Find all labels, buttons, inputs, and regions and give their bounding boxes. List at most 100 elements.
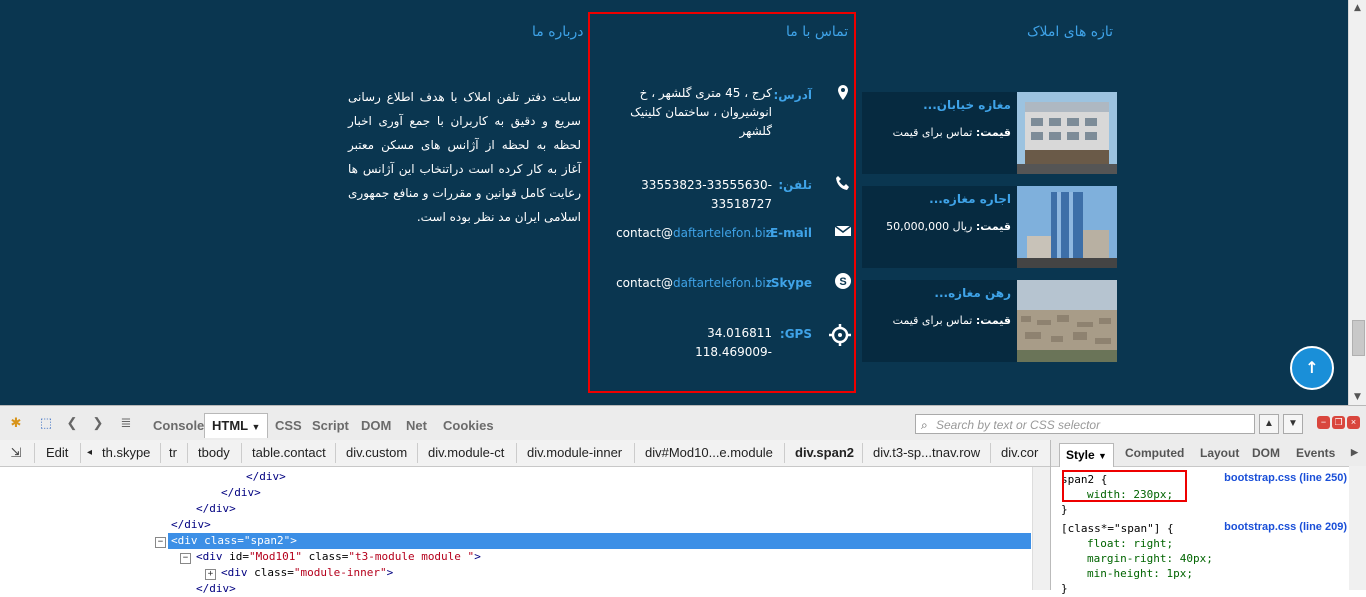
side-panel-tabs: Style ▼ Computed Layout DOM Events ▶ [1051,440,1366,467]
skype-user: contact@ [616,276,673,290]
css-rule-end: } [1061,582,1068,595]
expand-toggle-icon[interactable]: + [205,569,216,580]
breadcrumb-item[interactable]: div.t3-sp...tnav.row [873,445,980,460]
inspect-element-icon[interactable]: ⬚ [38,415,54,431]
css-source-link[interactable]: bootstrap.css (line 209) [1224,521,1347,533]
html-line[interactable]: <div class="module-inner"> [221,565,393,581]
detach-icon[interactable]: ❐ [1332,416,1345,429]
css-property[interactable]: margin-right: 40px; [1087,551,1213,566]
property-price: قیمت: تماس برای قیمت [893,314,1011,327]
minimize-icon[interactable]: − [1317,416,1330,429]
tab-script[interactable]: Script [312,414,349,438]
website-footer: درباره ما سایت دفتر تلفن املاک با هدف اط… [0,0,1366,405]
email-domain-link[interactable]: daftartelefon.biz [673,226,772,240]
skype-label: Skype: [766,276,812,290]
css-property[interactable]: min-height: 1px; [1087,566,1193,581]
address-label: آدرس: [773,88,812,102]
css-source-link[interactable]: bootstrap.css (line 250) [1224,472,1347,484]
back-to-top-button[interactable]: ↑ [1290,346,1334,390]
forward-arrow-icon[interactable]: ❯ [90,415,106,431]
breadcrumb-item[interactable]: th.skype [102,445,150,460]
tab-console[interactable]: Console [153,414,204,438]
collapse-toggle-icon[interactable]: − [155,537,166,548]
breadcrumb-item[interactable]: div.module-inner [527,445,622,460]
skype-value[interactable]: contact@daftartelefon.biz [616,274,772,293]
breadcrumb-item[interactable]: div.custom [346,445,407,460]
email-label: E-mail: [765,226,812,240]
tab-cookies[interactable]: Cookies [443,414,494,438]
breadcrumb-left-arrow-icon[interactable]: ◂ [87,447,92,458]
side-tab-style[interactable]: Style ▼ [1059,443,1114,467]
html-line[interactable]: </div> [196,581,236,597]
property-card[interactable]: اجاره مغازه... قیمت: ریال 50,000,000 [862,186,1117,268]
tab-dom[interactable]: DOM [361,414,391,438]
property-title-link[interactable]: رهن مغازه... [934,286,1011,300]
search-input[interactable]: ⌕ Search by text or CSS selector [915,414,1255,434]
html-line-selected[interactable]: <div class="span2"> [168,533,1031,549]
address-value: کرج ، 45 متری گلشهر ، خ انوشیروان ، ساخت… [630,86,772,138]
tab-net[interactable]: Net [406,414,427,438]
contact-row-address: آدرس: کرج ، 45 متری گلشهر ، خ انوشیروان … [590,84,858,138]
property-title-link[interactable]: اجاره مغازه... [929,192,1011,206]
side-tab-events[interactable]: Events [1296,446,1335,460]
side-tab-layout[interactable]: Layout [1200,446,1239,460]
scroll-up-icon[interactable]: ▲ [1349,0,1366,16]
collapse-toggle-icon[interactable]: − [180,553,191,564]
close-icon[interactable]: × [1347,416,1360,429]
css-property[interactable]: float: right; [1087,536,1173,551]
html-panel-scrollbar[interactable] [1032,467,1050,590]
breadcrumb-item[interactable]: div.cor [1001,445,1051,460]
side-tab-dom[interactable]: DOM [1252,446,1280,460]
search-next-button[interactable]: ▼ [1283,414,1303,434]
css-selector[interactable]: [class*="span"] { [1061,521,1174,536]
side-tab-computed[interactable]: Computed [1125,446,1184,460]
tab-html[interactable]: HTML ▼ [204,413,269,438]
style-side-panel: Style ▼ Computed Layout DOM Events ▶ spa… [1050,440,1366,595]
email-value[interactable]: contact@daftartelefon.biz [616,224,772,243]
property-thumbnail[interactable] [1017,92,1117,174]
html-line[interactable]: <div id="Mod101" class="t3-module module… [196,549,481,565]
property-thumbnail[interactable] [1017,186,1117,268]
edit-button[interactable]: Edit [46,445,68,460]
firebug-toolbar: ✱ ⬚ ❮ ❯ ≣ Console HTML ▼ CSS Script DOM … [0,405,1366,441]
property-price: قیمت: تماس برای قیمت [893,126,1011,139]
dropdown-arrow-icon: ▼ [1098,451,1107,461]
page-scrollbar[interactable]: ▲ ▼ [1348,0,1366,405]
property-thumbnail[interactable] [1017,280,1117,362]
property-card[interactable]: مغازه خیابان... قیمت: تماس برای قیمت [862,92,1117,174]
breadcrumb-item[interactable]: div.module-ct [428,445,504,460]
tab-css[interactable]: CSS [275,414,302,438]
command-line-icon[interactable]: ≣ [118,415,134,431]
search-prev-button[interactable]: ▲ [1259,414,1279,434]
breadcrumb-item[interactable]: tr [169,445,177,460]
css-rule-end: } [1061,503,1068,516]
search-placeholder: Search by text or CSS selector [936,418,1101,432]
contact-row-email: E-mail: contact@daftartelefon.biz [590,222,858,262]
breadcrumb-item-current[interactable]: div.span2 [795,445,854,460]
price-label: قیمت: [975,126,1011,139]
firebug-bug-icon[interactable]: ✱ [8,415,24,431]
price-value: تماس برای قیمت [892,126,973,139]
breadcrumb-item[interactable]: table.contact [252,445,326,460]
style-panel-scrollbar[interactable] [1349,466,1366,590]
dropdown-arrow-icon[interactable]: ▼ [252,422,261,432]
html-line[interactable]: </div> [246,469,286,485]
select-element-icon[interactable]: ⇲ [8,445,24,461]
skype-domain-link[interactable]: daftartelefon.biz [673,276,772,290]
scroll-down-icon[interactable]: ▼ [1349,389,1366,405]
gps-label: GPS: [779,327,812,341]
scrollbar-thumb[interactable] [1352,320,1365,356]
breadcrumb-item[interactable]: tbody [198,445,230,460]
phone-label: تلفن: [778,178,812,192]
back-arrow-icon[interactable]: ❮ [64,415,80,431]
price-label: قیمت: [975,220,1011,233]
price-value: ریال 50,000,000 [886,220,973,233]
html-line[interactable]: </div> [221,485,261,501]
skype-icon: S [835,273,851,289]
property-card[interactable]: رهن مغازه... قیمت: تماس برای قیمت [862,280,1117,362]
property-title-link[interactable]: مغازه خیابان... [923,98,1011,112]
breadcrumb-item[interactable]: div#Mod10...e.module [645,445,773,460]
html-line[interactable]: </div> [171,517,211,533]
html-line[interactable]: </div> [196,501,236,517]
side-tabs-more-icon[interactable]: ▶ [1351,447,1358,458]
